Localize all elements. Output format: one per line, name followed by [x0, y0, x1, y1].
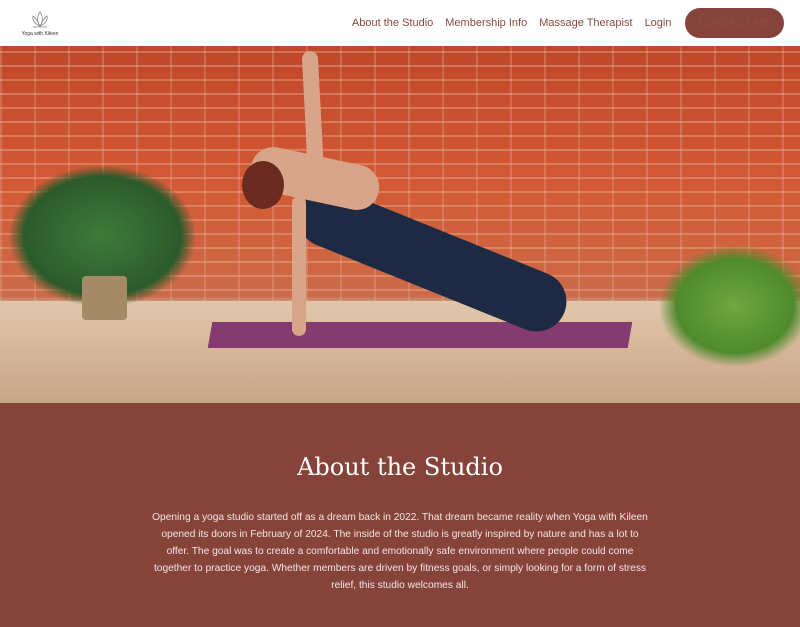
plant-right: [660, 246, 800, 366]
nav-about-the-studio[interactable]: About the Studio: [352, 17, 433, 29]
nav-login[interactable]: Login: [645, 17, 672, 29]
figure-head: [242, 161, 284, 209]
hero-image: [0, 46, 800, 403]
yoga-mat: [207, 322, 633, 348]
nav-massage-therapist[interactable]: Massage Therapist: [539, 17, 632, 29]
plant-pot: [82, 276, 127, 320]
site-header: Yoga with Kileen About the Studio Member…: [0, 0, 800, 46]
nav-membership-info[interactable]: Membership Info: [445, 17, 527, 29]
about-title: About the Studio: [297, 453, 503, 481]
figure-support-arm: [292, 196, 306, 336]
contact-me-button[interactable]: CONTACT ME: [685, 8, 784, 38]
about-section: About the Studio Opening a yoga studio s…: [0, 403, 800, 627]
logo[interactable]: Yoga with Kileen: [16, 10, 64, 37]
lotus-logo-icon: [32, 10, 48, 27]
logo-text: Yoga with Kileen: [21, 30, 59, 37]
main-nav: About the Studio Membership Info Massage…: [352, 8, 784, 38]
about-body: Opening a yoga studio started off as a d…: [152, 512, 648, 591]
